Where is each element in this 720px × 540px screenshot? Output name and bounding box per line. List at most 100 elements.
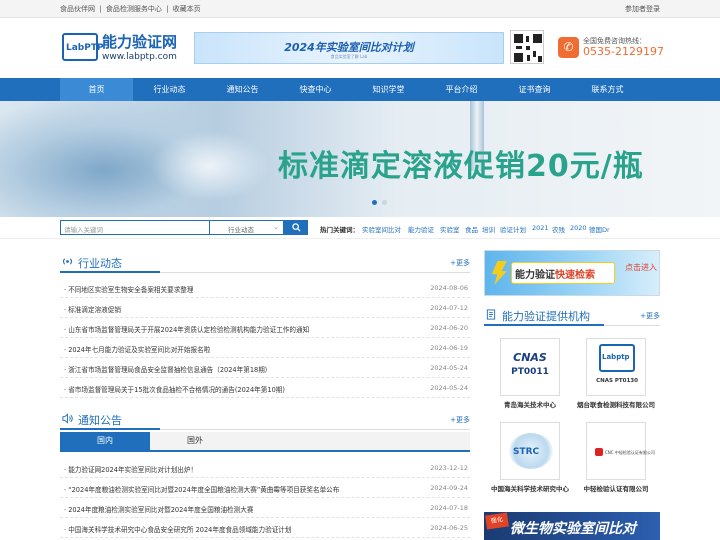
nav-certificate[interactable]: 证书查询: [498, 78, 571, 101]
news-title[interactable]: · 山东省市场监督管理局关于开展2024年资质认定检验检测机构能力验证工作的通知: [64, 324, 309, 334]
industry-news-more-link[interactable]: +更多: [450, 258, 470, 268]
news-title[interactable]: · 2024年度粮油检测实验室间比对暨2024年度全国粮油检测大赛: [64, 504, 253, 514]
news-title[interactable]: · 2024年七月能力验证及实验室间比对开始报名啦: [64, 344, 210, 354]
news-date: 2024-09-24: [430, 484, 468, 492]
top-link-testing-center[interactable]: 食品检测服务中心: [106, 5, 162, 13]
nav-quick-search[interactable]: 快查中心: [279, 78, 352, 101]
search-input[interactable]: 请输入关键词: [60, 220, 210, 235]
news-title[interactable]: · 中国海关科学技术研究中心食品安全研究所 2024年度食品领域能力验证计划: [64, 524, 291, 534]
news-title[interactable]: · 不同地区实验室生物安全备案相关要求整理: [64, 284, 193, 294]
news-date: 2024-06-25: [430, 524, 468, 532]
list-item[interactable]: · 2024年七月能力验证及实验室间比对开始报名啦 2024-06-19: [60, 338, 470, 358]
list-item[interactable]: · 中国海关科学技术研究中心食品安全研究所 2024年度食品领域能力验证计划 2…: [60, 518, 470, 538]
hot-keyword[interactable]: 能力验证: [408, 224, 434, 234]
search-category-select[interactable]: 行业动态 ⌄: [210, 220, 284, 235]
header-ad-banner[interactable]: 2024年实验室间比对计划 食品实验室了解 Lab: [194, 32, 504, 64]
news-date: 2024-05-24: [430, 384, 468, 392]
provider-name[interactable]: 中轻检验认证有限公司: [572, 483, 660, 493]
nav-home[interactable]: 首页: [60, 78, 133, 101]
carousel-dot-2[interactable]: [382, 200, 387, 205]
list-item[interactable]: · 浙江省市场监督管理局食品安全监督抽检信息通告（2024年第18期） 2024…: [60, 358, 470, 378]
providers-title: 能力验证提供机构: [502, 310, 590, 323]
news-title[interactable]: · 能力验证网2024年实验室间比对计划出炉！: [64, 464, 197, 474]
cnc-logo-icon: [595, 448, 603, 456]
top-link-bookmark[interactable]: 收藏本页: [173, 5, 201, 13]
news-title[interactable]: · 标准滴定溶液促销: [64, 304, 121, 314]
tab-domestic[interactable]: 国内: [60, 432, 150, 450]
logo-title: 能力验证网: [102, 33, 178, 51]
industry-news-title: 行业动态: [78, 257, 122, 270]
list-item[interactable]: · 能力验证网2024年实验室间比对计划出炉！ 2023-12-12: [60, 458, 470, 478]
chevron-down-icon: ⌄: [273, 223, 279, 231]
provider-card-customs-strc[interactable]: STRC: [500, 422, 560, 480]
phone-icon: ✆: [558, 37, 579, 58]
industry-news-header: 行业动态 +更多: [60, 253, 470, 273]
list-item[interactable]: · 山东省市场监督管理局关于开展2024年资质认定检验检测机构能力验证工作的通知…: [60, 318, 470, 338]
microbiology-banner-text: 微生物实验室间比对: [510, 521, 636, 537]
news-date: 2024-06-19: [430, 344, 468, 352]
list-item[interactable]: · 省市场监督管理局关于15批次食品抽检不合格情况的通告(2024年第10期) …: [60, 378, 470, 398]
top-link-foodmate[interactable]: 食品伙伴网: [60, 5, 95, 13]
top-link-separator: |: [166, 5, 169, 13]
news-date: 2023-12-12: [430, 464, 468, 472]
document-icon: [486, 309, 496, 323]
hot-keyword[interactable]: 2020: [570, 224, 587, 232]
header-banner-subtitle: 食品实验室了解 Lab: [330, 54, 368, 59]
broadcast-icon: [62, 256, 73, 270]
list-item[interactable]: · 标准滴定溶液促销 2024-07-12: [60, 298, 470, 318]
provider-card-qingdao[interactable]: CNAS PT0011: [500, 338, 560, 396]
hot-keyword[interactable]: 实验室间比对: [362, 224, 401, 234]
provider-card-cnc[interactable]: CNC 中轻检验认证有限公司: [586, 422, 655, 480]
hero-glove-image: [150, 131, 270, 201]
microbiology-banner[interactable]: 强化 微生物实验室间比对: [484, 512, 660, 540]
notice-header: 通知公告 +更多: [60, 410, 470, 430]
strc-logo-text: STRC: [513, 447, 540, 457]
quick-search-banner[interactable]: 能力验证快速检索 点击进入: [484, 250, 660, 296]
banner-text-a: 能力验证: [515, 270, 555, 281]
news-title[interactable]: · 省市场监督管理局关于15批次食品抽检不合格情况的通告(2024年第10期): [64, 384, 285, 394]
hot-keyword[interactable]: 验证计划: [500, 224, 526, 234]
hot-keyword[interactable]: 德国Dr: [589, 224, 610, 234]
nav-platform[interactable]: 平台介绍: [425, 78, 498, 101]
labptp-code: CNAS PT0130: [596, 378, 638, 384]
providers-more-link[interactable]: +更多: [640, 311, 660, 321]
section-underline: [60, 271, 160, 273]
carousel-dot-1[interactable]: [372, 200, 377, 205]
tab-foreign[interactable]: 国外: [150, 432, 240, 450]
logo-badge: LabPTP: [62, 33, 104, 61]
providers-header: 能力验证提供机构 +更多: [484, 306, 660, 326]
hot-keyword[interactable]: 培训: [482, 224, 495, 234]
nav-notice[interactable]: 通知公告: [206, 78, 279, 101]
banner-cta[interactable]: 点击进入: [625, 262, 657, 273]
participant-login-link[interactable]: 参加者登录: [625, 4, 660, 14]
list-item[interactable]: · 不同地区实验室生物安全备案相关要求整理 2024-08-06: [60, 278, 470, 298]
provider-name[interactable]: 中国海关科学技术研究中心: [484, 483, 576, 493]
hero-carousel[interactable]: 标准滴定溶液促销20元/瓶: [0, 101, 720, 217]
notice-more-link[interactable]: +更多: [450, 415, 470, 425]
qr-code-icon: [510, 30, 544, 64]
hot-keyword[interactable]: 食品: [465, 224, 478, 234]
provider-name[interactable]: 青岛海关技术中心: [490, 399, 570, 409]
provider-card-yantai[interactable]: Labptp CNAS PT0130: [586, 338, 646, 396]
quick-search-banner-text: 能力验证快速检索: [515, 266, 595, 281]
news-title[interactable]: · 浙江省市场监督管理局食品安全监督抽检信息通告（2024年第18期）: [64, 364, 271, 374]
hot-keyword[interactable]: 2021: [532, 224, 549, 232]
top-links: 食品伙伴网 | 食品检测服务中心 | 收藏本页: [60, 4, 203, 14]
nav-knowledge[interactable]: 知识学堂: [352, 78, 425, 101]
notice-tabs: 国内 国外: [60, 432, 470, 452]
news-title[interactable]: · “2024年度粮油检测实验室间比对暨2024年度全国粮油检测大赛”黄曲霉等项…: [64, 484, 339, 494]
banner-tag: 强化: [485, 512, 509, 530]
nav-contact[interactable]: 联系方式: [571, 78, 644, 101]
banner-text-b: 快速检索: [555, 270, 595, 281]
site-logo[interactable]: LabPTP 能力验证网 www.labptp.com: [62, 31, 186, 65]
list-item[interactable]: · 2024年度粮油检测实验室间比对暨2024年度全国粮油检测大赛 2024-0…: [60, 498, 470, 518]
logo-url: www.labptp.com: [102, 52, 177, 62]
hot-keyword[interactable]: 实验室: [440, 224, 460, 234]
search-button[interactable]: [284, 220, 308, 235]
hotline-number: 0535-2129197: [583, 45, 664, 58]
hot-keywords-label: 热门关键词：: [320, 226, 359, 234]
hot-keyword[interactable]: 农残: [552, 224, 565, 234]
nav-industry[interactable]: 行业动态: [133, 78, 206, 101]
list-item[interactable]: · “2024年度粮油检测实验室间比对暨2024年度全国粮油检测大赛”黄曲霉等项…: [60, 478, 470, 498]
provider-name[interactable]: 烟台联食检测科技有限公司: [568, 399, 664, 409]
